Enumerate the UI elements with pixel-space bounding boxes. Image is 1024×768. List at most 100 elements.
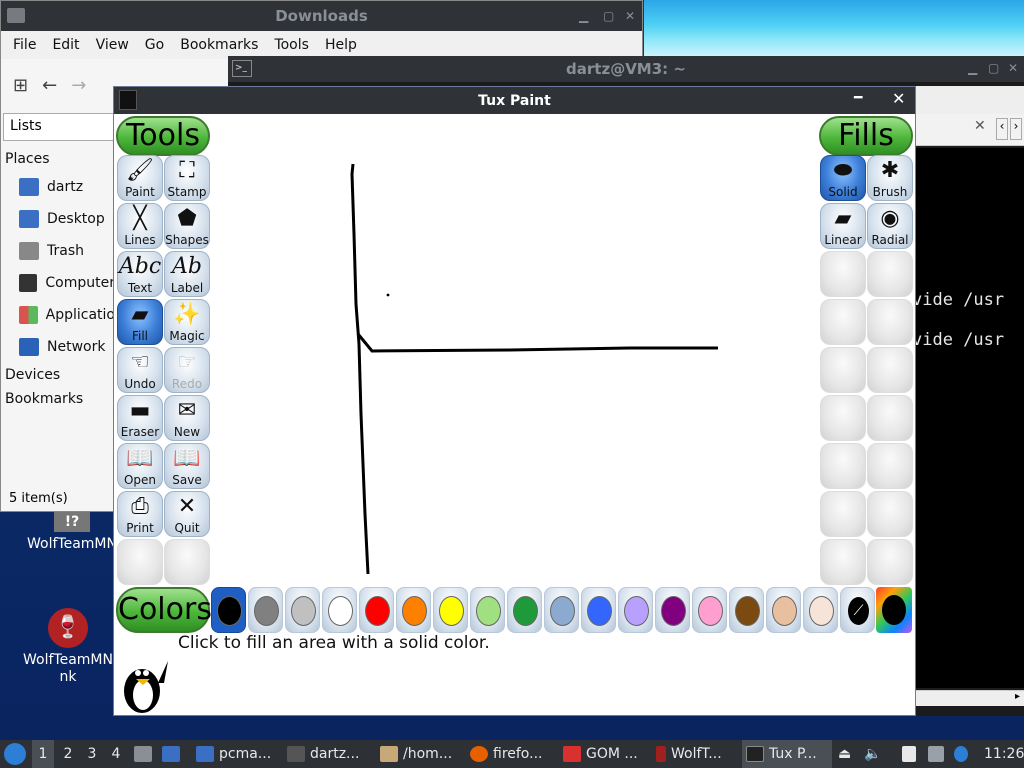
tuxpaint-titlebar[interactable]: Tux Paint ━ ✕ xyxy=(114,87,915,114)
color-swatch[interactable] xyxy=(655,587,690,633)
workspace-2[interactable]: 2 xyxy=(58,740,78,768)
fill-radial-button[interactable]: ◉ Radial xyxy=(867,203,913,249)
terminal-output[interactable]: vide /usr vide /usr xyxy=(912,148,1024,688)
tool-shapes-button[interactable]: ⬟ Shapes xyxy=(164,203,210,249)
maximize-icon[interactable]: ▢ xyxy=(603,9,614,23)
drawing-canvas[interactable] xyxy=(210,114,818,584)
color-swatch[interactable] xyxy=(544,587,579,633)
task-home-folder[interactable]: /hom... xyxy=(380,740,452,768)
network-tray-icon[interactable] xyxy=(928,740,949,768)
new-button[interactable]: ✉ New xyxy=(164,395,210,441)
close-tab-icon[interactable]: ✕ xyxy=(974,118,986,134)
color-swatch[interactable] xyxy=(803,587,838,633)
new-tab-icon[interactable]: ⊞ xyxy=(13,75,28,96)
minimize-icon[interactable]: ▁ xyxy=(579,9,588,23)
fill-linear-button[interactable]: ▰ Linear xyxy=(820,203,866,249)
forward-arrow-icon[interactable]: → xyxy=(71,75,86,96)
color-picker-button[interactable]: ⟋ xyxy=(840,587,875,633)
color-swatch[interactable] xyxy=(507,587,542,633)
color-swatch[interactable] xyxy=(692,587,727,633)
tool-eraser-button[interactable]: ▬ Eraser xyxy=(117,395,163,441)
color-swatch[interactable] xyxy=(766,587,801,633)
menu-file[interactable]: File xyxy=(5,37,44,53)
color-swatch[interactable] xyxy=(470,587,505,633)
color-swatch[interactable] xyxy=(396,587,431,633)
task-gom[interactable]: GOM ... xyxy=(563,740,638,768)
fill-brush-button[interactable]: ✱ Brush xyxy=(867,155,913,201)
place-network[interactable]: Network xyxy=(5,331,115,363)
place-dartz[interactable]: dartz xyxy=(5,171,115,203)
open-button[interactable]: 📖 Open xyxy=(117,443,163,489)
menu-go[interactable]: Go xyxy=(137,37,172,53)
minimize-icon[interactable]: ━ xyxy=(854,90,862,106)
menu-edit[interactable]: Edit xyxy=(44,37,87,53)
save-button[interactable]: 📖 Save xyxy=(164,443,210,489)
tool-stamp-button[interactable]: ⛶ Stamp xyxy=(164,155,210,201)
place-trash[interactable]: Trash xyxy=(5,235,115,267)
menu-bookmarks[interactable]: Bookmarks xyxy=(172,37,266,53)
file-manager-launcher[interactable] xyxy=(162,740,185,768)
tab-scroll-right-icon[interactable]: › xyxy=(1010,118,1022,140)
quit-button[interactable]: ✕ Quit xyxy=(164,491,210,537)
tool-lines-button[interactable]: ╳ Lines xyxy=(117,203,163,249)
desktop-icon-wolfteam-link[interactable]: 🍷 WolfTeamMN nk xyxy=(18,608,118,686)
color-swatch[interactable] xyxy=(581,587,616,633)
workspace-1[interactable]: 1 xyxy=(32,740,54,768)
task-file-manager[interactable]: pcma... xyxy=(196,740,271,768)
color-swatch[interactable] xyxy=(729,587,764,633)
color-swatch[interactable] xyxy=(618,587,653,633)
terminal-titlebar[interactable]: >_ dartz@VM3: ~ ▁ ▢ ✕ xyxy=(228,56,1024,82)
color-swatch[interactable] xyxy=(285,587,320,633)
update-notifier-icon[interactable] xyxy=(954,740,973,768)
tool-paint-button[interactable]: 🖌 Paint xyxy=(117,155,163,201)
place-desktop[interactable]: Desktop xyxy=(5,203,115,235)
tool-text-button[interactable]: Abc Text xyxy=(117,251,163,297)
empty-fill-slot xyxy=(820,443,866,489)
minimize-icon[interactable]: ▁ xyxy=(968,61,977,75)
menu-view[interactable]: View xyxy=(88,37,137,53)
color-swatch[interactable] xyxy=(211,587,246,633)
bookmarks-header[interactable]: Bookmarks xyxy=(5,387,115,411)
undo-button[interactable]: ☜ Undo xyxy=(117,347,163,393)
color-swatch[interactable] xyxy=(322,587,357,633)
tool-fill-button[interactable]: ▰ Fill xyxy=(117,299,163,345)
clock[interactable]: 11:26 xyxy=(984,740,1024,768)
start-menu-button[interactable] xyxy=(4,740,26,768)
task-firefox[interactable]: firefo... xyxy=(470,740,542,768)
devices-header[interactable]: Devices xyxy=(5,363,115,387)
task-terminal[interactable]: dartz... xyxy=(287,740,359,768)
desktop-icon-wolfteam[interactable]: !? WolfTeamMN xyxy=(22,512,122,553)
redo-hand-icon: ☞ xyxy=(177,350,197,375)
file-manager-titlebar[interactable]: Downloads ▁ ▢ ✕ xyxy=(1,1,642,31)
place-applications[interactable]: Applicatio xyxy=(5,299,115,331)
fill-solid-button[interactable]: ⬬ Solid xyxy=(820,155,866,201)
scroll-right-icon[interactable]: ▸ xyxy=(1015,691,1020,702)
show-desktop-button[interactable] xyxy=(134,740,157,768)
tool-magic-button[interactable]: ✨ Magic xyxy=(164,299,210,345)
task-wolfteam[interactable]: WolfT... xyxy=(656,740,722,768)
workspace-4[interactable]: 4 xyxy=(106,740,126,768)
rainbow-color-button[interactable] xyxy=(876,587,912,633)
close-icon[interactable]: ✕ xyxy=(1008,61,1018,75)
task-tuxpaint[interactable]: Tux P... xyxy=(742,740,832,768)
side-pane-mode-select[interactable]: Lists xyxy=(3,113,115,141)
color-swatch[interactable] xyxy=(359,587,394,633)
tab-scroll-left-icon[interactable]: ‹ xyxy=(996,118,1008,140)
color-swatch[interactable] xyxy=(248,587,283,633)
maximize-icon[interactable]: ▢ xyxy=(988,61,999,75)
place-computer[interactable]: Computer xyxy=(5,267,115,299)
workspace-3[interactable]: 3 xyxy=(82,740,102,768)
print-button[interactable]: ⎙ Print xyxy=(117,491,163,537)
tool-label-button[interactable]: Ab Label xyxy=(164,251,210,297)
volume-icon[interactable]: 🔈 xyxy=(864,740,881,768)
tray-eject-icon[interactable]: ⏏ xyxy=(838,740,851,768)
close-icon[interactable]: ✕ xyxy=(892,89,905,108)
close-icon[interactable]: ✕ xyxy=(625,9,635,23)
menu-help[interactable]: Help xyxy=(317,37,365,53)
menu-tools[interactable]: Tools xyxy=(266,37,317,53)
color-swatch[interactable] xyxy=(433,587,468,633)
redo-button[interactable]: ☞ Redo xyxy=(164,347,210,393)
back-arrow-icon[interactable]: ← xyxy=(42,75,57,96)
horizontal-scrollbar[interactable]: ▸ xyxy=(916,690,1024,706)
clipboard-icon[interactable] xyxy=(902,740,921,768)
